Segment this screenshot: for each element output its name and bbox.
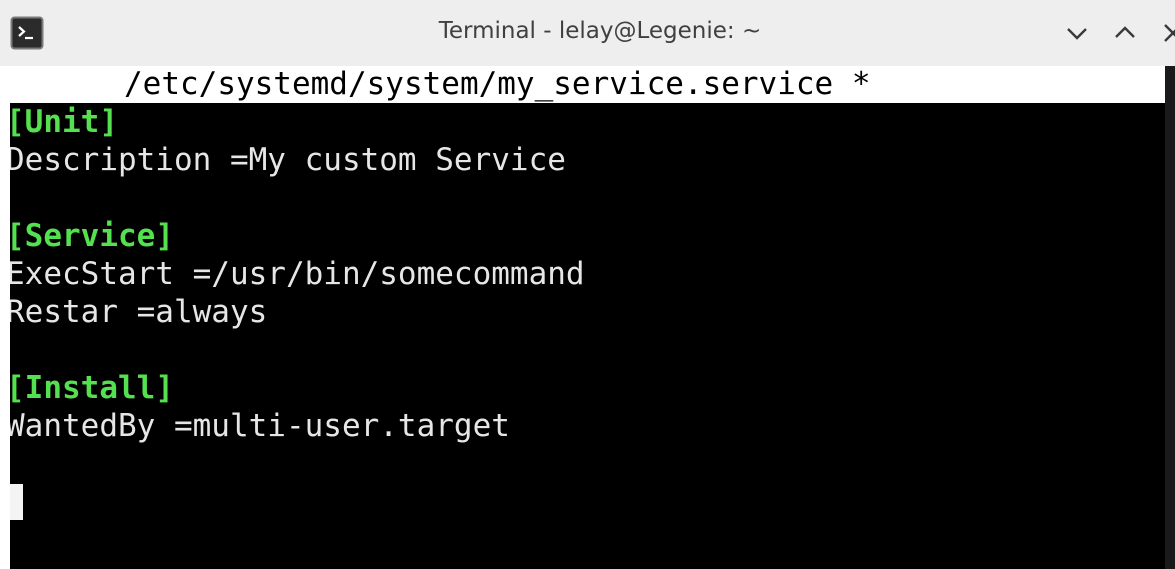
title-bar[interactable]: Terminal - lelay@Legenie: ~: [0, 0, 1175, 66]
config-line-description: Description =My custom Service: [10, 142, 566, 178]
close-icon[interactable]: [1160, 20, 1175, 46]
section-header-install: [Install]: [10, 370, 174, 406]
terminal-icon[interactable]: [10, 16, 44, 50]
window-title: Terminal - lelay@Legenie: ~: [438, 18, 762, 44]
config-line-execstart: ExecStart =/usr/bin/somecommand: [10, 256, 585, 292]
config-line-wantedby: WantedBy =multi-user.target: [10, 408, 510, 444]
editor-header: /etc/systemd/system/my_service.service *: [10, 66, 1165, 103]
section-header-unit: [Unit]: [10, 104, 118, 140]
terminal-area[interactable]: /etc/systemd/system/my_service.service *…: [10, 66, 1175, 569]
terminal-window: Terminal - lelay@Legenie: ~ /etc/systemd…: [0, 0, 1175, 569]
chevron-down-icon[interactable]: [1064, 20, 1090, 46]
section-header-service: [Service]: [10, 218, 174, 254]
chevron-up-icon[interactable]: [1112, 20, 1138, 46]
text-cursor: [10, 484, 23, 520]
scrollbar[interactable]: [1165, 66, 1175, 569]
file-path: /etc/systemd/system/my_service.service *: [124, 66, 871, 102]
config-line-restart: Restar =always: [10, 294, 268, 330]
